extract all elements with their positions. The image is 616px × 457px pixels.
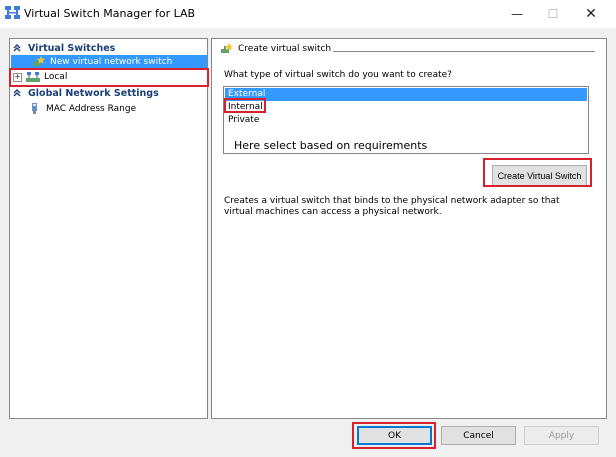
close-button[interactable]: ✕ bbox=[574, 0, 608, 28]
tree-header-virtual-switches[interactable]: Virtual Switches bbox=[10, 41, 115, 55]
tree-header-label: Virtual Switches bbox=[28, 42, 116, 54]
ok-button[interactable]: OK bbox=[357, 426, 432, 445]
switch-type-description: Creates a virtual switch that binds to t… bbox=[224, 196, 560, 217]
expand-icon[interactable]: + bbox=[13, 72, 22, 82]
tree-item-label: MAC Address Range bbox=[46, 104, 137, 114]
tree-item-label: New virtual network switch bbox=[50, 57, 173, 67]
tree-header-global-network-settings[interactable]: Global Network Settings bbox=[10, 86, 159, 100]
group-title-label: Create virtual switch bbox=[238, 44, 332, 54]
maximize-button[interactable]: ☐ bbox=[536, 0, 570, 28]
navigation-tree[interactable]: Virtual Switches New virtual network swi… bbox=[9, 38, 208, 419]
new-switch-icon bbox=[221, 43, 233, 53]
virtual-switch-manager-icon bbox=[5, 6, 20, 19]
switch-type-option-internal[interactable]: Internal bbox=[225, 101, 587, 114]
new-switch-icon bbox=[33, 56, 45, 66]
tree-header-label: Global Network Settings bbox=[28, 87, 159, 99]
window-title: Virtual Switch Manager for LAB bbox=[24, 7, 196, 20]
tree-item-new-virtual-switch-content[interactable]: New virtual network switch bbox=[32, 55, 172, 69]
switch-type-option-private[interactable]: Private bbox=[225, 114, 587, 127]
switch-type-option-external[interactable]: External bbox=[225, 88, 587, 101]
tree-item-mac-address-range[interactable]: MAC Address Range bbox=[28, 102, 136, 116]
tree-item-label: Local bbox=[44, 72, 68, 82]
switch-type-question: What type of virtual switch do you want … bbox=[224, 70, 452, 80]
details-panel: Create virtual switch What type of virtu… bbox=[211, 38, 607, 419]
annotation-note: Here select based on requirements bbox=[234, 139, 428, 152]
cancel-button[interactable]: Cancel bbox=[441, 426, 516, 445]
group-divider bbox=[333, 51, 595, 52]
title-bar: Virtual Switch Manager for LAB — ☐ ✕ bbox=[0, 0, 616, 28]
group-title: Create virtual switch bbox=[220, 43, 331, 55]
network-switch-icon bbox=[26, 72, 40, 82]
collapse-chevron-icon[interactable] bbox=[12, 43, 22, 53]
tree-item-local[interactable]: + Local bbox=[10, 70, 67, 84]
minimize-button[interactable]: — bbox=[500, 0, 534, 28]
apply-button: Apply bbox=[524, 426, 599, 445]
collapse-chevron-icon[interactable] bbox=[12, 88, 22, 98]
network-adapter-icon bbox=[32, 103, 37, 114]
create-virtual-switch-button[interactable]: Create Virtual Switch bbox=[492, 165, 587, 186]
